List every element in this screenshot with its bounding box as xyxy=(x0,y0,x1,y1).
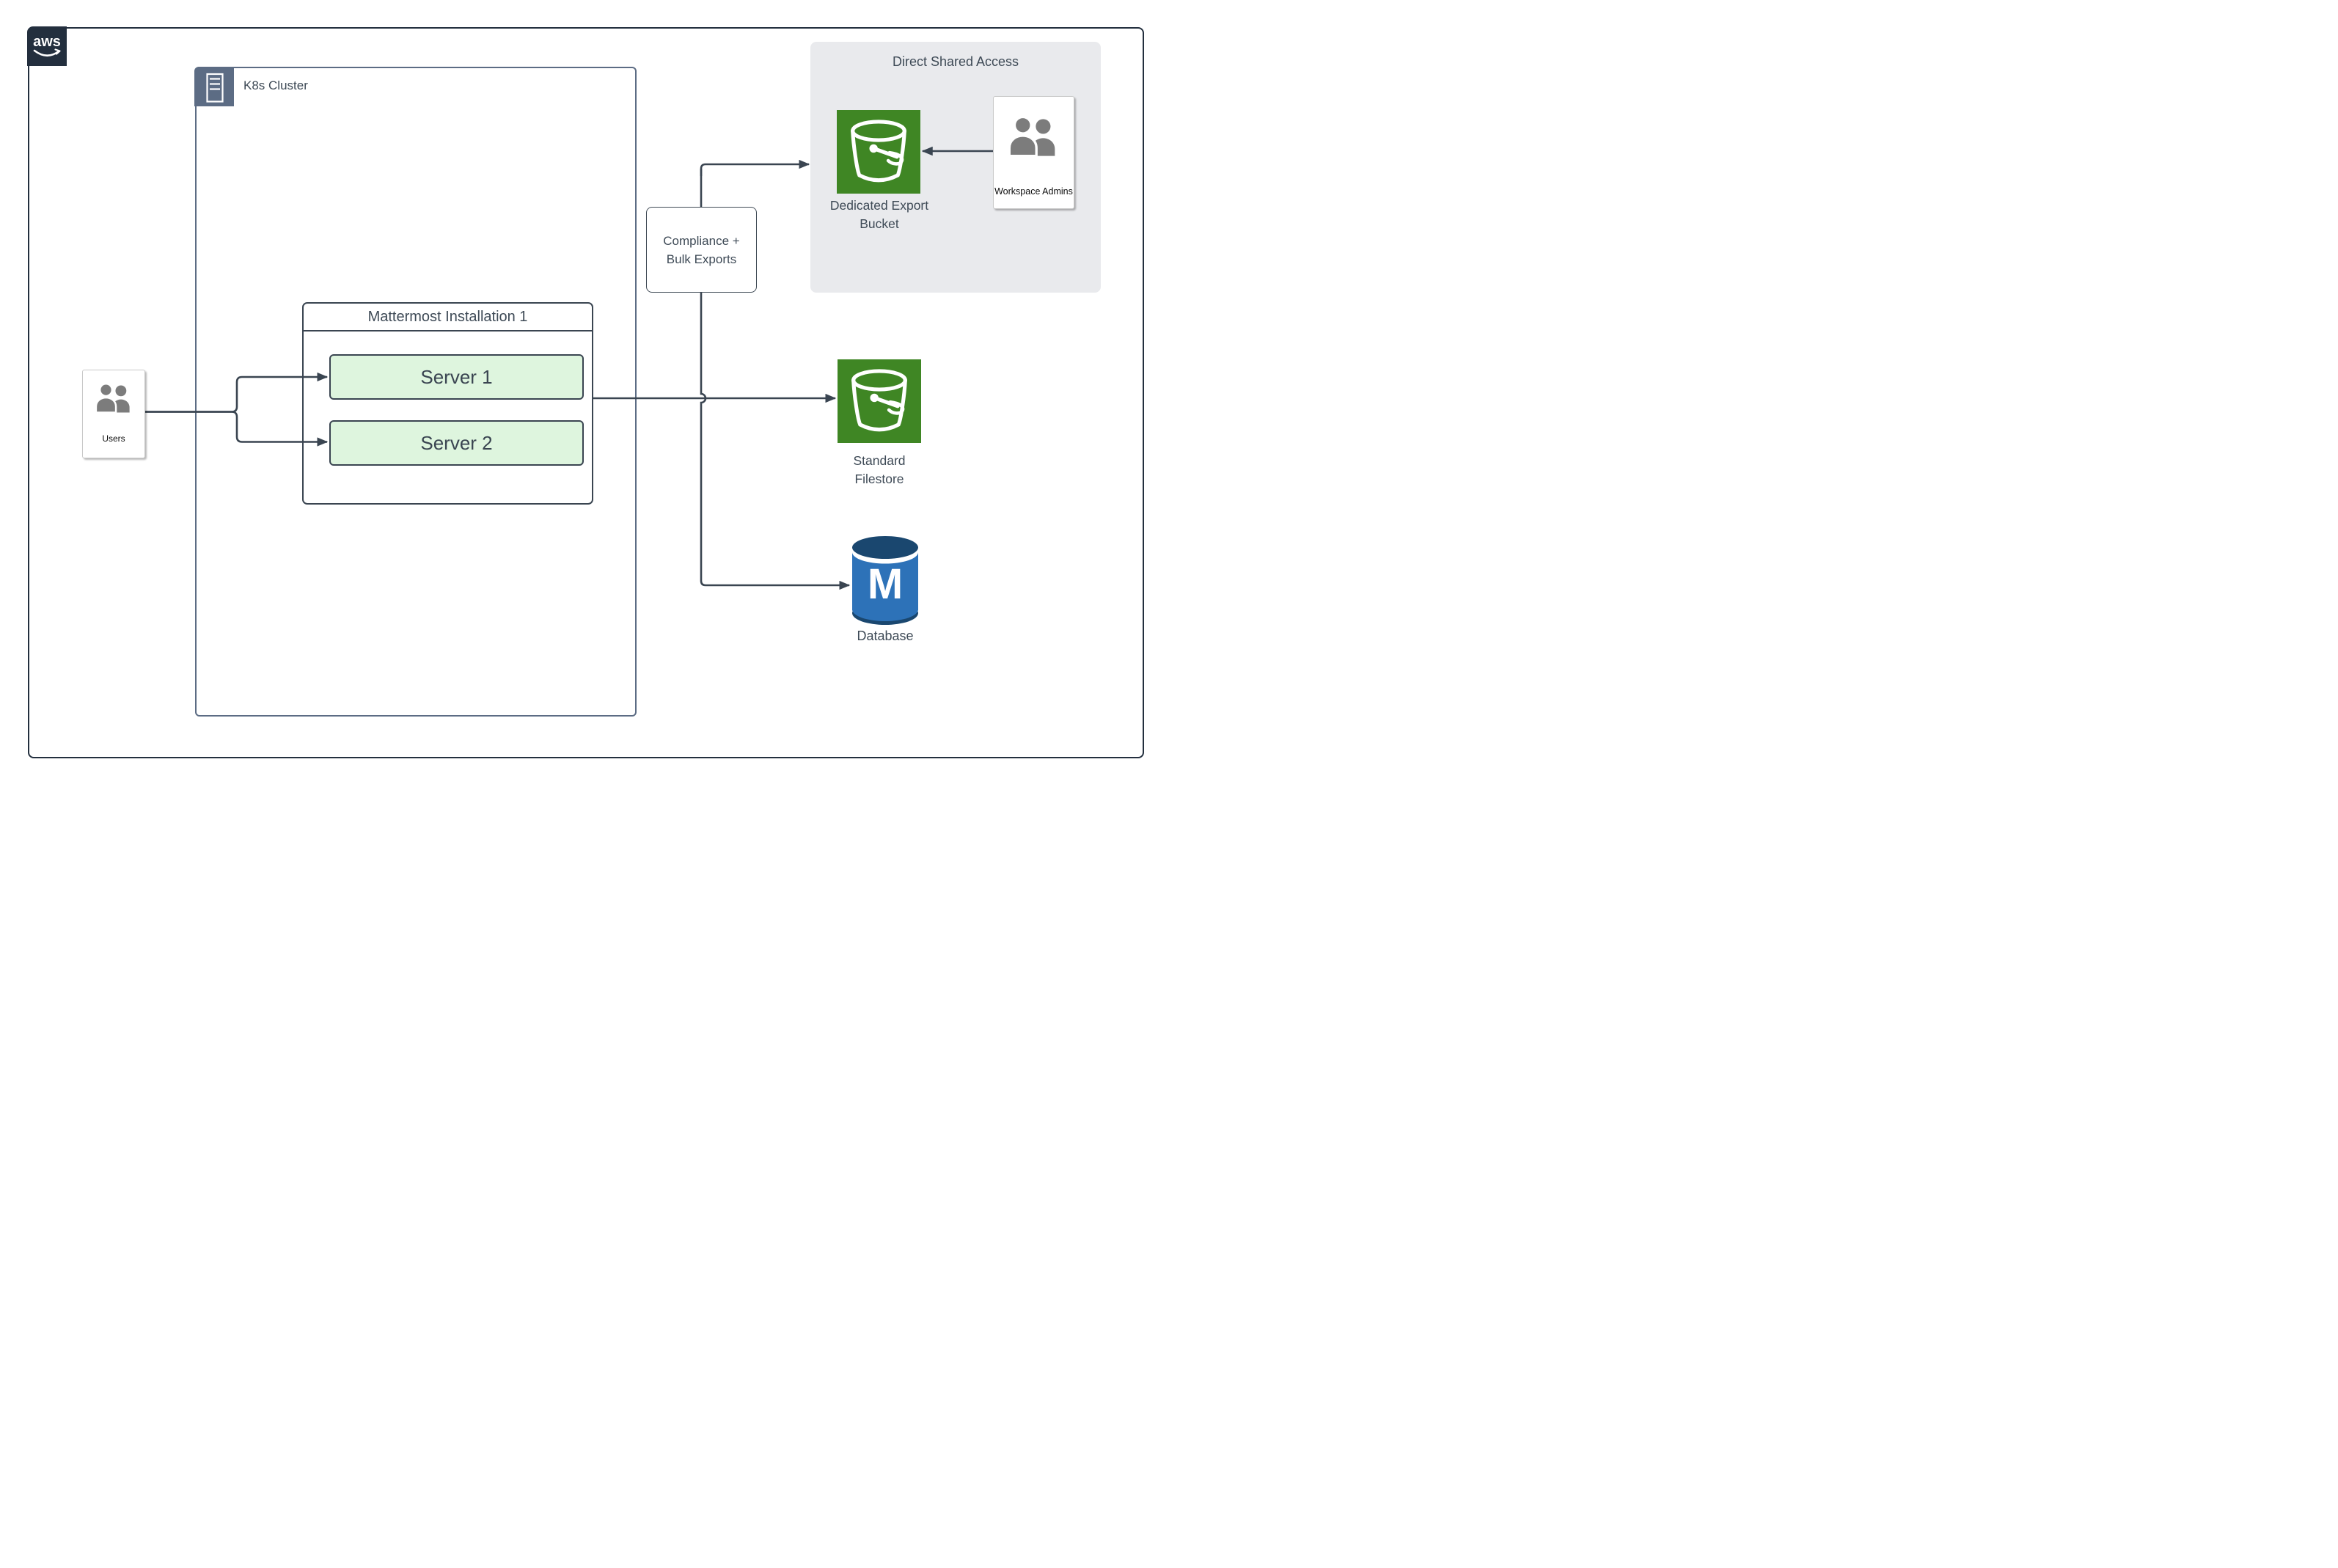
standard-filestore-label-line2: Filestore xyxy=(824,470,934,488)
workspace-admins-card[interactable]: Workspace Admins xyxy=(993,96,1074,209)
workspace-admins-label: Workspace Admins xyxy=(994,186,1074,197)
compliance-bulk-exports-box[interactable]: Compliance + Bulk Exports xyxy=(646,207,757,293)
server-1-box[interactable]: Server 1 xyxy=(329,354,584,400)
database-label: Database xyxy=(834,629,937,644)
standard-filestore-icon[interactable] xyxy=(838,359,921,443)
aws-logo-icon: aws xyxy=(27,26,67,66)
standard-filestore-label: Standard Filestore xyxy=(824,452,934,488)
users-card[interactable]: Users xyxy=(82,370,145,458)
s3-bucket-icon xyxy=(838,359,921,443)
database-monogram: M xyxy=(868,560,903,608)
k8s-cluster-label: K8s Cluster xyxy=(243,78,308,93)
dedicated-export-bucket-icon[interactable] xyxy=(837,110,920,194)
database-icon[interactable]: M xyxy=(852,536,918,626)
mattermost-installation-box[interactable]: Mattermost Installation 1 Server 1 Serve… xyxy=(302,302,593,505)
server-1-label: Server 1 xyxy=(420,366,492,389)
database-cylinder-icon: M xyxy=(852,536,918,626)
users-icon xyxy=(90,384,137,414)
mattermost-title: Mattermost Installation 1 xyxy=(368,309,528,326)
compliance-label-line2: Bulk Exports xyxy=(667,250,736,268)
server-2-box[interactable]: Server 2 xyxy=(329,420,584,466)
k8s-cluster-badge[interactable] xyxy=(194,67,234,106)
dedicated-export-bucket-label-line1: Dedicated Export xyxy=(801,197,958,215)
dedicated-export-bucket-label: Dedicated Export Bucket xyxy=(801,197,958,233)
workspace-admins-icon xyxy=(1002,117,1065,158)
aws-logo-text: aws xyxy=(33,34,61,50)
users-label: Users xyxy=(83,433,144,444)
mattermost-header: Mattermost Installation 1 xyxy=(304,304,592,331)
aws-logo-badge[interactable]: aws xyxy=(27,26,67,66)
server-rack-icon xyxy=(194,67,234,106)
dedicated-export-bucket-label-line2: Bucket xyxy=(801,215,958,233)
server-2-label: Server 2 xyxy=(420,432,492,455)
standard-filestore-label-line1: Standard xyxy=(824,452,934,470)
diagram-canvas: Direct Shared Access aws K8s Cluster Mat… xyxy=(0,0,1169,784)
compliance-label-line1: Compliance + xyxy=(663,232,739,250)
s3-bucket-icon xyxy=(837,110,920,194)
